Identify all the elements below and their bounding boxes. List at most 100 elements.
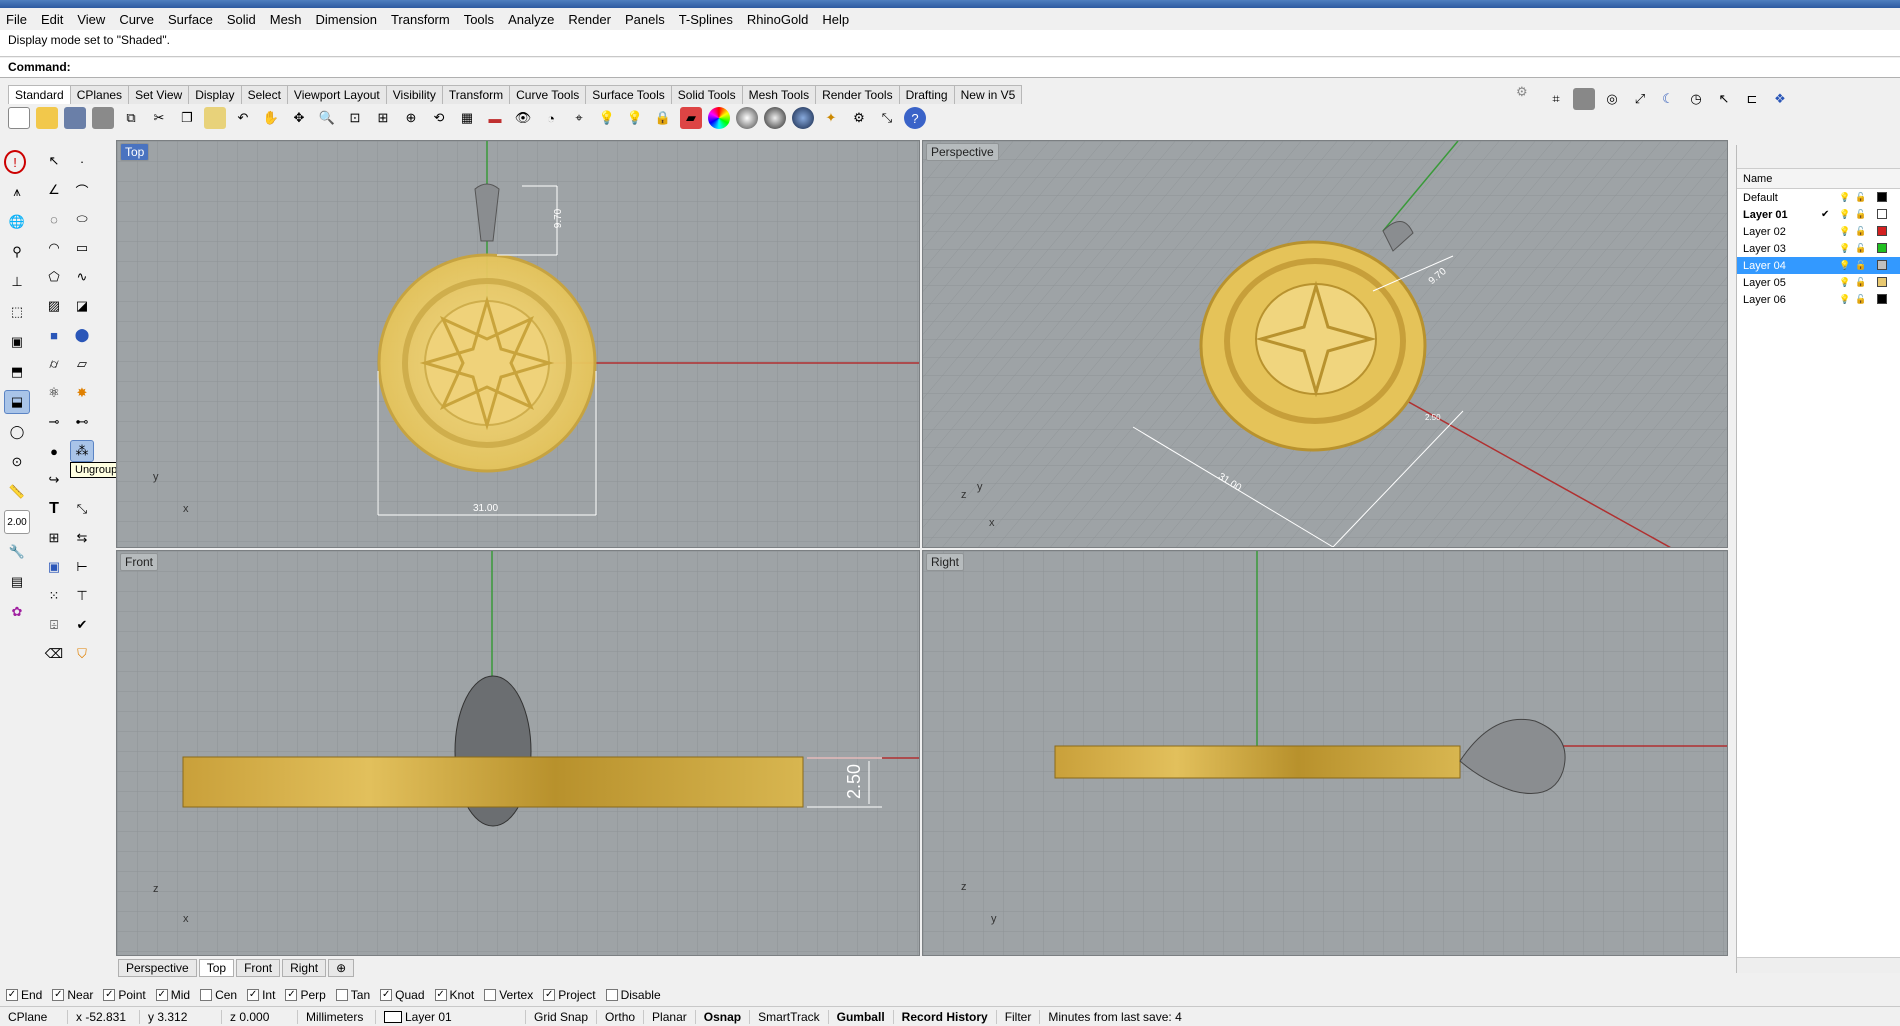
status-cplane[interactable]: CPlane	[0, 1009, 68, 1024]
layer-visible-icon[interactable]: 💡	[1839, 192, 1850, 203]
flashlight-icon[interactable]: ✦	[820, 107, 842, 129]
tab-set-view[interactable]: Set View	[128, 85, 190, 104]
status-planar[interactable]: Planar	[644, 1009, 696, 1024]
size-value-box[interactable]: 2.00	[4, 510, 30, 534]
solid-box-icon[interactable]: ▣	[4, 330, 30, 354]
paint-icon[interactable]: ⛉	[70, 643, 94, 665]
text-icon[interactable]: T	[42, 498, 66, 520]
tab-render-tools[interactable]: Render Tools	[815, 85, 900, 104]
vp-tab-perspective[interactable]: Perspective	[118, 958, 197, 977]
layer-visible-icon[interactable]: 💡	[1839, 260, 1850, 271]
light-on-icon[interactable]: 💡	[596, 107, 618, 129]
four-viewports-icon[interactable]: ▦	[456, 107, 478, 129]
dimension-linear-icon[interactable]: ⊢	[70, 556, 94, 578]
undo-icon[interactable]: ↶	[232, 107, 254, 129]
move-icon[interactable]: ⤢	[1629, 88, 1651, 110]
moon-icon[interactable]: ☾	[1657, 88, 1679, 110]
status-units[interactable]: Millimeters	[298, 1009, 376, 1024]
grid-icon[interactable]: ⊞	[42, 527, 66, 549]
layer-row[interactable]: Layer 05 💡 🔓	[1737, 274, 1900, 291]
tab-visibility[interactable]: Visibility	[385, 85, 443, 104]
status-gumball[interactable]: Gumball	[829, 1009, 894, 1024]
viewport-perspective[interactable]: Perspective 9.70 31.00 2.50 z y x	[922, 140, 1728, 548]
viewport-label-top[interactable]: Top	[120, 143, 150, 161]
osnap-point[interactable]: ✓ Point	[103, 988, 146, 1002]
menu-surface[interactable]: Surface	[168, 12, 213, 27]
zoom-extents-icon[interactable]: ⊞	[372, 107, 394, 129]
menu-edit[interactable]: Edit	[41, 12, 63, 27]
save-small-icon[interactable]	[1573, 88, 1595, 110]
command-prompt[interactable]: Command:	[0, 58, 1900, 78]
osnap-disable[interactable]: Disable	[605, 988, 661, 1002]
toolbar-gear-icon[interactable]: ⚙	[1516, 84, 1530, 99]
gems-icon[interactable]: ❖	[1769, 88, 1791, 110]
boolean-icon[interactable]: ⬤	[70, 324, 94, 346]
layer-color-swatch[interactable]	[1877, 294, 1887, 304]
status-filter[interactable]: Filter	[997, 1009, 1041, 1024]
color-wheel-icon[interactable]	[708, 107, 730, 129]
freeform-icon[interactable]: ∿	[70, 266, 94, 288]
rectangle-icon[interactable]: ▭	[70, 237, 94, 259]
viewport-front[interactable]: Front 2.50 z x	[116, 550, 920, 956]
osnap-checkbox[interactable]: ✓	[543, 989, 556, 1001]
selected-tool-icon[interactable]: ⬓	[4, 390, 30, 414]
layer-row[interactable]: Layer 06 💡 🔓	[1737, 291, 1900, 308]
tab-transform[interactable]: Transform	[441, 85, 511, 104]
named-views-icon[interactable]: 👁	[512, 107, 534, 129]
layer-color-swatch[interactable]	[1877, 192, 1887, 202]
bounding-icon[interactable]: ⌗	[1545, 88, 1567, 110]
measure-icon[interactable]: ⊏	[1741, 88, 1763, 110]
curve-icon[interactable]: ⌒	[70, 179, 94, 201]
spiral-icon[interactable]: ◎	[1601, 88, 1623, 110]
viewport-label-front[interactable]: Front	[120, 553, 159, 571]
circle-icon[interactable]: ◌	[42, 208, 66, 230]
layer-visible-icon[interactable]: 💡	[1839, 294, 1850, 305]
polygon-icon[interactable]: ⬠	[42, 266, 66, 288]
help-icon[interactable]: ?	[904, 107, 926, 129]
layer-visible-icon[interactable]: 💡	[1839, 209, 1850, 220]
menu-analyze[interactable]: Analyze	[508, 12, 554, 27]
rhinogold-red-icon[interactable]: !	[4, 150, 26, 174]
point-icon[interactable]: ·	[70, 150, 94, 172]
align-icon[interactable]: ⊤	[70, 585, 94, 607]
pointer-icon[interactable]: ↖	[1713, 88, 1735, 110]
join-icon[interactable]: ⊸	[42, 411, 66, 433]
osnap-checkbox[interactable]: ✓	[380, 989, 393, 1001]
osnap-checkbox[interactable]: ✓	[103, 989, 116, 1001]
layer-row[interactable]: Layer 04 💡 🔓	[1737, 257, 1900, 274]
status-record-history[interactable]: Record History	[894, 1009, 997, 1024]
tab-cplanes[interactable]: CPlanes	[69, 85, 130, 104]
tab-standard[interactable]: Standard	[8, 85, 71, 104]
surface-icon[interactable]: ▨	[42, 295, 66, 317]
layer-color-swatch[interactable]	[1877, 226, 1887, 236]
save-icon[interactable]	[64, 107, 86, 129]
measure-ring-icon[interactable]: ⊙	[4, 450, 30, 474]
osnap-checkbox[interactable]	[484, 989, 497, 1001]
layer-lock-icon[interactable]: 🔓	[1855, 243, 1866, 254]
loft-icon[interactable]: ◪	[70, 295, 94, 317]
osnap-project[interactable]: ✓ Project	[543, 988, 596, 1002]
explode-icon[interactable]: ✸	[70, 382, 94, 404]
menu-solid[interactable]: Solid	[227, 12, 256, 27]
osnap-checkbox[interactable]	[605, 989, 618, 1001]
layer-lock-icon[interactable]: 🔓	[1855, 209, 1866, 220]
layer-scrollbar[interactable]	[1737, 957, 1900, 973]
osnap-checkbox[interactable]	[335, 989, 348, 1001]
status-osnap[interactable]: Osnap	[696, 1009, 751, 1024]
menu-tools[interactable]: Tools	[464, 12, 494, 27]
layer-lock-icon[interactable]: 🔓	[1855, 277, 1866, 288]
osnap-perp[interactable]: ✓ Perp	[285, 988, 326, 1002]
extrude-icon[interactable]: ⬒	[4, 360, 30, 384]
polyline-icon[interactable]: ∠	[42, 179, 66, 201]
menu-help[interactable]: Help	[822, 12, 849, 27]
menu-transform[interactable]: Transform	[391, 12, 450, 27]
cylinder-icon[interactable]: ⌭	[42, 353, 66, 375]
layer-icon[interactable]: ▰	[680, 107, 702, 129]
copy-icon[interactable]: ❐	[176, 107, 198, 129]
tab-drafting[interactable]: Drafting	[898, 85, 955, 104]
layer-lock-icon[interactable]: 🔓	[1855, 260, 1866, 271]
analyze-icon[interactable]: ⌹	[42, 614, 66, 636]
gumball-icon[interactable]: ⤡	[876, 107, 898, 129]
osnap-mid[interactable]: ✓ Mid	[155, 988, 190, 1002]
print-icon[interactable]	[92, 107, 114, 129]
